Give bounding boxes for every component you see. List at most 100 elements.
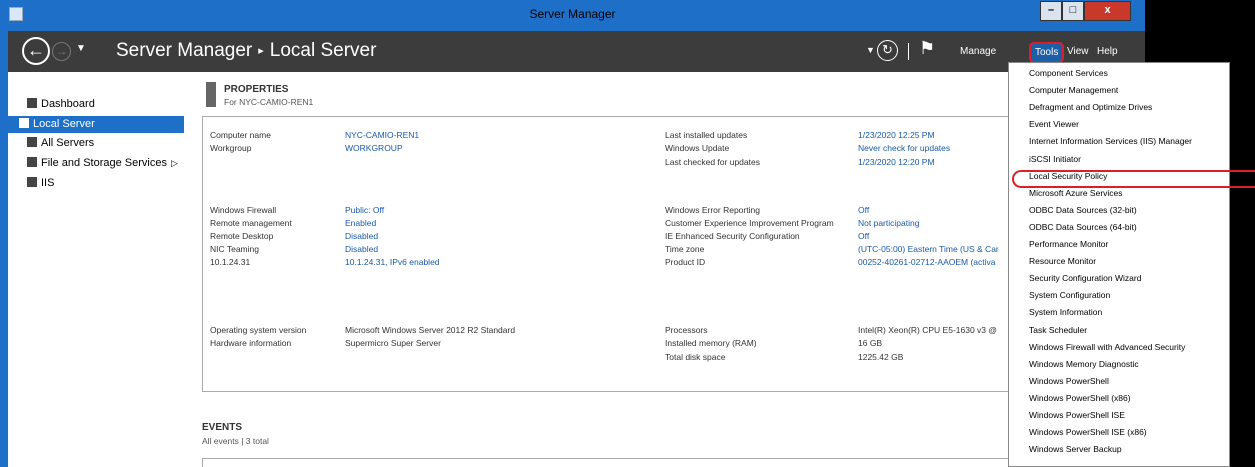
breadcrumb-separator: ▸	[258, 45, 264, 57]
main-content: PROPERTIES For NYC-CAMIO-REN1 EVENTS All…	[184, 72, 1145, 467]
tools-menu-item-local-security-policy[interactable]: Local Security Policy	[1009, 168, 1229, 185]
tools-menu-item-security-configuration-wizard[interactable]: Security Configuration Wizard	[1009, 270, 1229, 287]
property-label: Workgroup	[210, 143, 252, 153]
back-arrow-icon[interactable]: ←	[22, 37, 50, 65]
window-frame	[0, 0, 8, 467]
tools-menu-item-system-configuration[interactable]: System Configuration	[1009, 287, 1229, 304]
tools-dropdown-menu: Component Services Computer Management Def…	[1008, 62, 1255, 467]
expand-arrow-icon[interactable]: ▷	[171, 158, 178, 168]
sidebar-item-label: Dashboard	[41, 98, 95, 110]
sidebar-item-iis[interactable]: IIS	[16, 175, 184, 192]
tools-menu-item-odbc-data-sources-64-bit[interactable]: ODBC Data Sources (64-bit)	[1009, 219, 1229, 236]
property-value-link[interactable]: Enabled	[345, 218, 376, 228]
property-value: 16 GB	[858, 338, 883, 348]
title-bar[interactable]: Server Manager – □ x	[0, 0, 1145, 31]
tools-menu-item-internet-information-services-iis-manager[interactable]: Internet Information Services (IIS) Mana…	[1009, 133, 1229, 150]
property-value-link[interactable]: WORKGROUP	[345, 143, 403, 153]
forward-arrow-icon[interactable]: →	[52, 42, 71, 61]
property-value-link[interactable]: Public: Off	[345, 205, 384, 215]
tools-menu-item-system-information[interactable]: System Information	[1009, 304, 1229, 321]
manage-menu[interactable]: Manage	[960, 46, 996, 57]
nav-history-dropdown-icon[interactable]: ▼	[76, 43, 86, 54]
property-value: 1225.42 GB	[858, 352, 904, 362]
property-label: Total disk space	[665, 352, 726, 362]
property-label: Windows Error Reporting	[665, 205, 760, 215]
sidebar-item-local-server[interactable]: Local Server	[8, 116, 184, 133]
minimize-button[interactable]: –	[1040, 1, 1062, 21]
tools-menu-item-resource-monitor[interactable]: Resource Monitor	[1009, 253, 1229, 270]
tools-menu-item-windows-powershell-x86[interactable]: Windows PowerShell (x86)	[1009, 390, 1229, 407]
breadcrumb: Server Manager ▸ Local Server	[116, 40, 376, 62]
properties-subtitle: For NYC-CAMIO-REN1	[224, 97, 314, 107]
property-value-link[interactable]: 10.1.24.31, IPv6 enabled	[345, 257, 440, 267]
property-label: Remote Desktop	[210, 231, 274, 241]
property-label: Windows Update	[665, 143, 730, 153]
iis-icon	[27, 177, 37, 187]
sidebar-item-label: All Servers	[41, 137, 95, 149]
tools-menu-item-microsoft-azure-services[interactable]: Microsoft Azure Services	[1009, 185, 1229, 202]
events-subtitle: All events | 3 total	[202, 436, 269, 446]
property-value-link[interactable]: Off	[858, 205, 869, 215]
tools-menu-item-windows-powershell-ise-x86[interactable]: Windows PowerShell ISE (x86)	[1009, 424, 1229, 441]
server-icon	[19, 118, 29, 128]
tools-menu-item-defragment-and-optimize-drives[interactable]: Defragment and Optimize Drives	[1009, 99, 1229, 116]
sidebar-item-file-and-storage-services[interactable]: File and Storage Services ▷	[16, 155, 184, 172]
property-value-link[interactable]: Not participating	[858, 218, 919, 228]
tools-menu-item-computer-management[interactable]: Computer Management	[1009, 82, 1229, 99]
tools-menu-item-windows-powershell-ise[interactable]: Windows PowerShell ISE	[1009, 407, 1229, 424]
tools-menu-item-task-scheduler[interactable]: Task Scheduler	[1009, 322, 1229, 339]
property-label: IE Enhanced Security Configuration	[665, 231, 800, 241]
servers-icon	[27, 137, 37, 147]
help-menu[interactable]: Help	[1097, 46, 1118, 57]
property-label: Customer Experience Improvement Program	[665, 218, 834, 228]
property-value-link[interactable]: Never check for updates	[858, 143, 950, 153]
tools-menu-item-performance-monitor[interactable]: Performance Monitor	[1009, 236, 1229, 253]
property-value-link[interactable]: (UTC-05:00) Eastern Time (US & Car	[858, 244, 999, 254]
header-bar: ← → ▼ Server Manager ▸ Local Server ▼ ↻ ⚑ …	[8, 31, 1145, 72]
tools-menu-button[interactable]: Tools	[1029, 42, 1065, 63]
property-value-link[interactable]: 00252-40261-02712-AAOEM (activa	[858, 257, 996, 267]
property-label: Operating system version	[210, 325, 307, 335]
tools-menu-item-event-viewer[interactable]: Event Viewer	[1009, 116, 1229, 133]
sidebar-item-label: IIS	[41, 177, 55, 189]
property-value-link[interactable]: NYC-CAMIO-REN1	[345, 130, 419, 140]
tools-menu-item-windows-server-backup[interactable]: Windows Server Backup	[1009, 441, 1229, 458]
sidebar-item-dashboard[interactable]: Dashboard	[16, 96, 184, 113]
tools-menu-item-iscsi-initiator[interactable]: iSCSI Initiator	[1009, 151, 1229, 168]
property-value-link[interactable]: Off	[858, 231, 869, 241]
property-label: Windows Firewall	[210, 205, 277, 215]
property-value: Supermicro Super Server	[345, 338, 441, 348]
property-label: Last checked for updates	[665, 157, 760, 167]
events-title: EVENTS	[202, 422, 243, 433]
sidebar-item-label: File and Storage Services	[41, 157, 167, 169]
properties-title: PROPERTIES	[224, 84, 289, 95]
refresh-icon[interactable]: ↻	[877, 40, 898, 61]
property-label: Processors	[665, 325, 708, 335]
tools-menu-item-windows-powershell[interactable]: Windows PowerShell	[1009, 373, 1229, 390]
property-value-link[interactable]: Disabled	[345, 244, 378, 254]
tools-menu-item-odbc-data-sources-32-bit[interactable]: ODBC Data Sources (32-bit)	[1009, 202, 1229, 219]
property-value-link[interactable]: 1/23/2020 12:25 PM	[858, 130, 935, 140]
property-label: Product ID	[665, 257, 706, 267]
header-dropdown-icon[interactable]: ▼	[866, 45, 875, 55]
close-button[interactable]: x	[1084, 1, 1131, 21]
server-icon	[206, 82, 216, 107]
notifications-flag-icon[interactable]: ⚑	[919, 38, 935, 59]
property-value: Microsoft Windows Server 2012 R2 Standar…	[345, 325, 516, 335]
tools-menu-item-windows-firewall-with-advanced-security[interactable]: Windows Firewall with Advanced Security	[1009, 339, 1229, 356]
maximize-button[interactable]: □	[1062, 1, 1084, 21]
property-label: Remote management	[210, 218, 292, 228]
property-value-link[interactable]: 1/23/2020 12:20 PM	[858, 157, 935, 167]
property-label: Installed memory (RAM)	[665, 338, 757, 348]
sidebar-item-all-servers[interactable]: All Servers	[16, 135, 184, 152]
tools-menu-item-component-services[interactable]: Component Services	[1009, 65, 1229, 82]
property-label: Computer name	[210, 130, 271, 140]
property-value: Intel(R) Xeon(R) CPU E5-1630 v3 @	[858, 325, 998, 335]
tools-menu-item-windows-memory-diagnostic[interactable]: Windows Memory Diagnostic	[1009, 356, 1229, 373]
breadcrumb-app[interactable]: Server Manager	[116, 40, 252, 61]
property-value-link[interactable]: Disabled	[345, 231, 378, 241]
property-label: Last installed updates	[665, 130, 748, 140]
property-label: Hardware information	[210, 338, 292, 348]
events-panel	[202, 458, 1014, 467]
view-menu[interactable]: View	[1067, 46, 1089, 57]
